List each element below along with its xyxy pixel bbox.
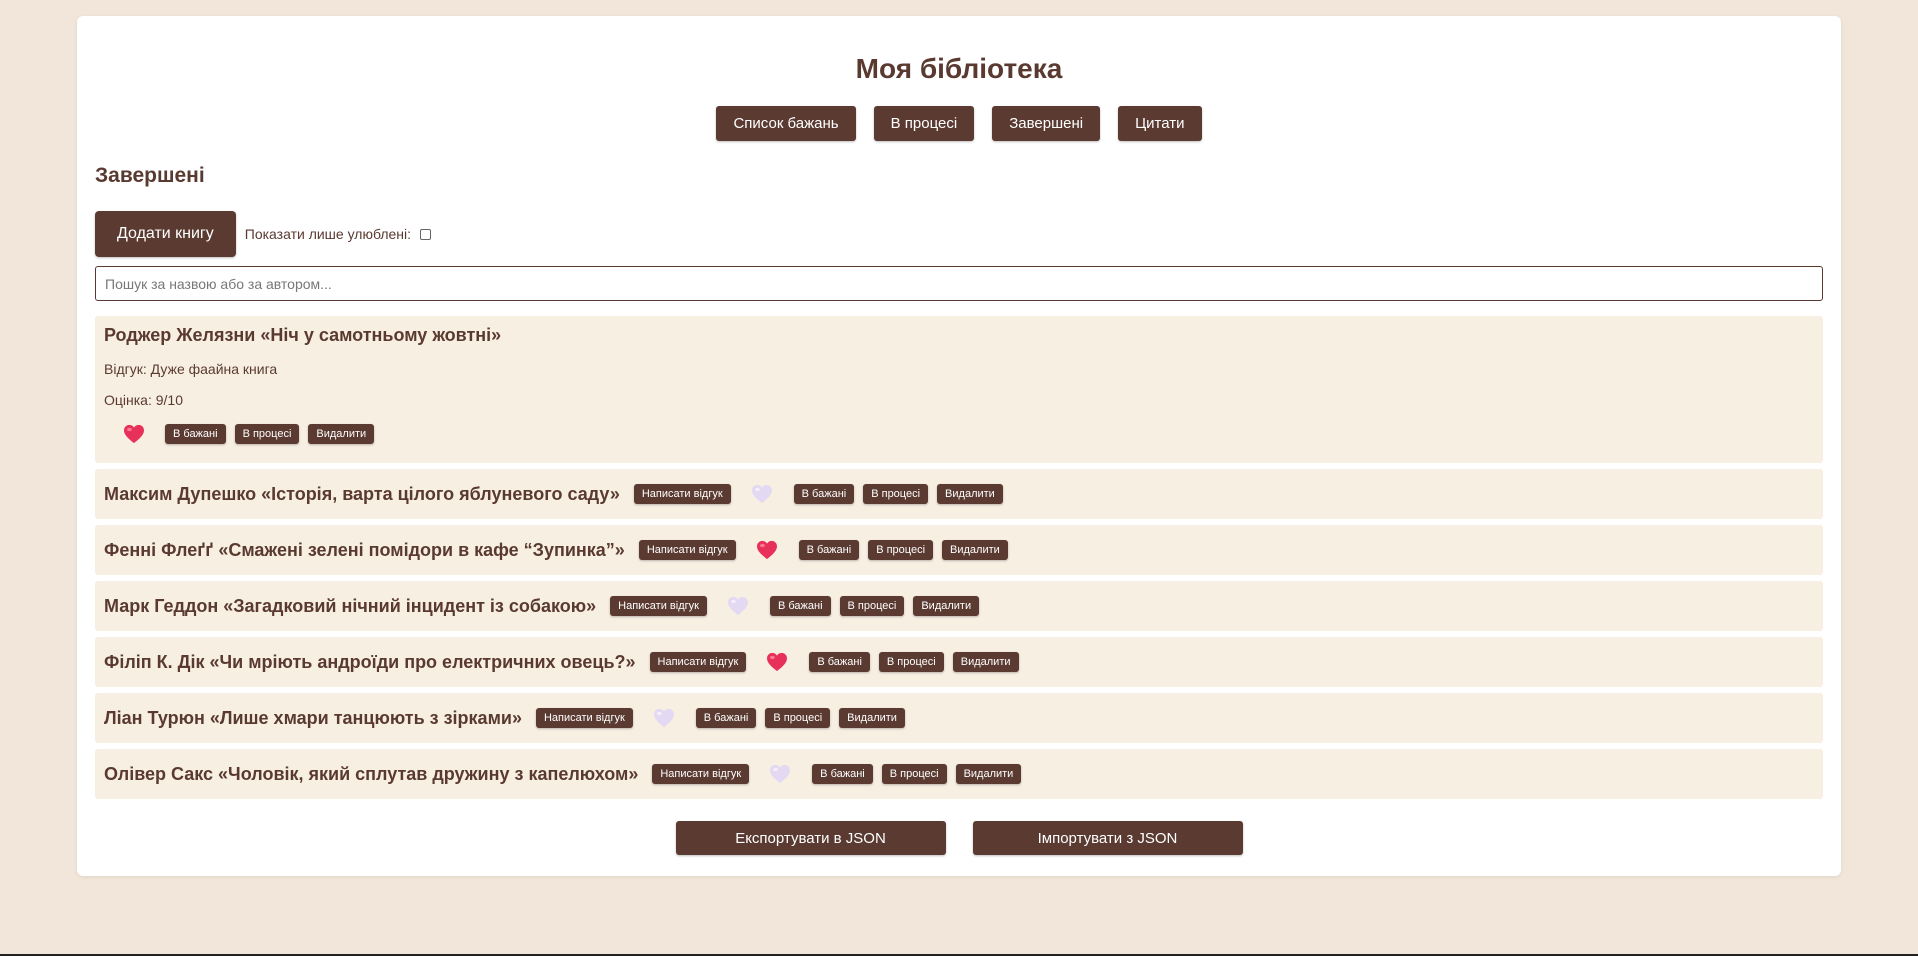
move-to-wishlist-button[interactable]: В бажані — [695, 708, 757, 728]
favorites-filter-checkbox[interactable] — [420, 228, 432, 240]
book-item: Максим Дупешко «Історія, варта цілого яб… — [95, 469, 1823, 519]
move-to-progress-button[interactable]: В процесі — [878, 652, 944, 672]
delete-button[interactable]: Видалити — [913, 596, 980, 616]
tab-completed[interactable]: Завершені — [992, 106, 1101, 141]
favorite-heart-icon[interactable] — [727, 596, 749, 616]
delete-button[interactable]: Видалити — [839, 708, 905, 728]
move-to-progress-button[interactable]: В процесі — [881, 764, 947, 784]
book-title: Ліан Турюн «Лише хмари танцюють з зіркам… — [104, 707, 522, 728]
move-to-wishlist-button[interactable]: В бажані — [165, 424, 226, 444]
tab-bar: Список бажань В процесі Завершені Цитати — [95, 106, 1823, 141]
page-title: Моя бібліотека — [855, 53, 1063, 84]
move-to-wishlist-button[interactable]: В бажані — [793, 484, 855, 504]
favorite-heart-icon[interactable] — [756, 540, 778, 560]
search-placeholder: Пошук за назвою або за автором... — [105, 275, 332, 292]
tab-wishlist[interactable]: Список бажань — [716, 106, 856, 141]
move-to-wishlist-button[interactable]: В бажані — [769, 596, 831, 616]
add-book-button[interactable]: Додати книгу — [95, 211, 236, 257]
write-review-button[interactable]: Написати відгук — [610, 596, 707, 616]
book-list: Роджер Желязни «Ніч у самотньому жовтні»… — [95, 316, 1823, 799]
book-title: Максим Дупешко «Історія, варта цілого яб… — [104, 483, 620, 504]
write-review-button[interactable]: Написати відгук — [652, 764, 750, 784]
search-input[interactable]: Пошук за назвою або за автором... — [95, 266, 1823, 301]
book-title: Роджер Желязни «Ніч у самотньому жовтні» — [104, 325, 502, 345]
favorite-heart-icon[interactable] — [766, 652, 788, 672]
section-title: Завершені — [95, 164, 205, 187]
book-item: Марк Геддон «Загадковий нічний інцидент … — [95, 581, 1823, 631]
book-title: Фенні Флеґґ «Смажені зелені помідори в к… — [104, 539, 625, 560]
tab-quotes[interactable]: Цитати — [1118, 106, 1202, 141]
library-card: Моя бібліотека Список бажань В процесі З… — [77, 16, 1841, 876]
book-title: Марк Геддон «Загадковий нічний інцидент … — [104, 595, 597, 616]
delete-button[interactable]: Видалити — [937, 484, 1003, 504]
delete-button[interactable]: Видалити — [952, 652, 1019, 672]
book-item-expanded: Роджер Желязни «Ніч у самотньому жовтні»… — [95, 316, 1823, 463]
delete-button[interactable]: Видалити — [308, 424, 375, 444]
move-to-progress-button[interactable]: В процесі — [234, 424, 300, 444]
book-item: Ліан Турюн «Лише хмари танцюють з зіркам… — [95, 693, 1823, 743]
book-actions: В бажані В процесі Видалити — [104, 424, 1814, 444]
write-review-button[interactable]: Написати відгук — [638, 540, 736, 560]
favorite-heart-icon[interactable] — [123, 424, 145, 444]
book-item: Філіп К. Дік «Чи мріють андроїди про еле… — [95, 637, 1823, 687]
favorite-heart-icon[interactable] — [653, 708, 675, 728]
favorite-heart-icon[interactable] — [769, 764, 791, 784]
book-rating: Оцінка: 9/10 — [104, 392, 183, 408]
favorite-heart-icon[interactable] — [751, 484, 773, 504]
move-to-progress-button[interactable]: В процесі — [868, 540, 934, 560]
book-title: Олівер Сакс «Чоловік, який сплутав дружи… — [104, 763, 639, 784]
book-item: Фенні Флеґґ «Смажені зелені помідори в к… — [95, 525, 1823, 575]
move-to-wishlist-button[interactable]: В бажані — [812, 764, 873, 784]
favorites-filter-label: Показати лише улюблені: — [244, 226, 412, 242]
footer-actions: Експортувати в JSON Імпортувати з JSON — [95, 821, 1823, 855]
book-title: Філіп К. Дік «Чи мріють андроїди про еле… — [104, 651, 636, 672]
move-to-wishlist-button[interactable]: В бажані — [809, 652, 870, 672]
controls-row: Додати книгу Показати лише улюблені: — [95, 211, 1823, 257]
book-item: Олівер Сакс «Чоловік, який сплутав дружи… — [95, 749, 1823, 799]
import-json-button[interactable]: Імпортувати з JSON — [972, 821, 1243, 855]
move-to-progress-button[interactable]: В процесі — [765, 708, 831, 728]
move-to-progress-button[interactable]: В процесі — [839, 596, 905, 616]
export-json-button[interactable]: Експортувати в JSON — [675, 821, 946, 855]
tab-in-progress[interactable]: В процесі — [873, 106, 975, 141]
write-review-button[interactable]: Написати відгук — [633, 484, 731, 504]
write-review-button[interactable]: Написати відгук — [535, 708, 633, 728]
move-to-wishlist-button[interactable]: В бажані — [798, 540, 860, 560]
delete-button[interactable]: Видалити — [955, 764, 1022, 784]
move-to-progress-button[interactable]: В процесі — [863, 484, 929, 504]
book-review: Відгук: Дуже фаайна книга — [104, 361, 278, 377]
write-review-button[interactable]: Написати відгук — [649, 652, 747, 672]
delete-button[interactable]: Видалити — [942, 540, 1008, 560]
